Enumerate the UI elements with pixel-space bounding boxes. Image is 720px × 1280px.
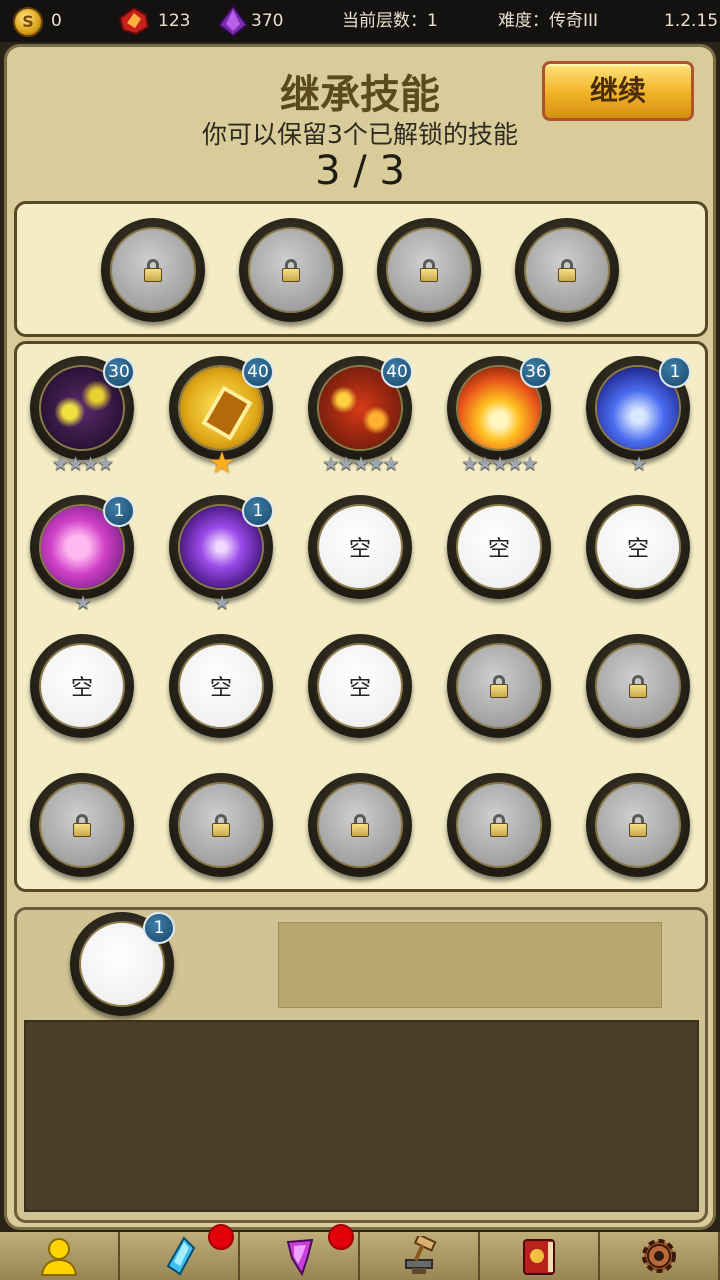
empty-label: 空 <box>626 537 649 562</box>
selection-counter: 3 / 3 <box>315 148 405 194</box>
lock-icon <box>212 814 230 838</box>
hero-icon <box>40 1238 78 1276</box>
nav-forge[interactable] <box>360 1232 480 1280</box>
skill-level-badge: 1 <box>242 495 274 527</box>
gold-coin-icon <box>13 7 43 37</box>
notification-dot <box>328 1224 354 1250</box>
locked-skill-slot[interactable] <box>169 773 273 877</box>
empty-skill-slot[interactable]: 空 <box>30 634 134 738</box>
crystal-icon <box>166 1236 196 1276</box>
skill-name-bar <box>278 922 662 1008</box>
difficulty-indicator: 难度：传奇III <box>498 11 599 31</box>
empty-skill-slot[interactable]: 空 <box>308 634 412 738</box>
red-gem-count: 123 <box>158 11 191 31</box>
floor-indicator: 当前层数：1 <box>342 11 438 31</box>
lock-icon <box>144 259 162 283</box>
locked-skill-slot[interactable] <box>30 773 134 877</box>
locked-skill-slot[interactable] <box>586 634 690 738</box>
empty-label: 空 <box>348 537 371 562</box>
skill-stars: ★★★★★ <box>461 453 538 475</box>
nav-hero[interactable] <box>0 1232 120 1280</box>
lock-icon <box>629 814 647 838</box>
locked-skill-slot[interactable] <box>586 773 690 877</box>
empty-skill-slot[interactable]: 空 <box>169 634 273 738</box>
lock-icon <box>282 259 300 283</box>
nav-settings[interactable] <box>600 1232 720 1280</box>
continue-button[interactable]: 继续 <box>542 61 694 121</box>
skill-level-badge: 40 <box>381 356 413 388</box>
empty-label: 空 <box>70 676 93 701</box>
nav-gem[interactable] <box>240 1224 360 1280</box>
skill-level-badge: 36 <box>520 356 552 388</box>
settings-gear-icon <box>642 1239 676 1273</box>
skill-stars: ★★★★★ <box>322 453 399 475</box>
empty-skill-slot[interactable]: 空 <box>308 495 412 599</box>
skill-stars: ★ <box>630 453 647 475</box>
selected-skill-level-badge: 1 <box>143 912 175 944</box>
skill-stars: ★ <box>74 592 91 614</box>
locked-skill-slot[interactable] <box>447 634 551 738</box>
kept-slot-1[interactable] <box>101 218 205 322</box>
gem-icon <box>286 1238 314 1276</box>
red-gem-icon <box>118 7 150 35</box>
skill-stars: ★ <box>208 446 236 481</box>
skill-level-badge: 40 <box>242 356 274 388</box>
nav-crystal[interactable] <box>120 1224 240 1280</box>
spellbook-icon <box>523 1239 555 1275</box>
lock-icon <box>73 814 91 838</box>
skill-level-badge: 1 <box>659 356 691 388</box>
nav-spellbook[interactable] <box>480 1232 600 1280</box>
gold-count: 0 <box>51 11 62 31</box>
skill-description-area <box>24 1020 699 1212</box>
purple-gem-count: 370 <box>251 11 284 31</box>
kept-slot-3[interactable] <box>377 218 481 322</box>
empty-label: 空 <box>487 537 510 562</box>
empty-skill-slot[interactable]: 空 <box>586 495 690 599</box>
forge-icon <box>405 1236 437 1274</box>
skill-level-badge: 30 <box>103 356 135 388</box>
empty-label: 空 <box>209 676 232 701</box>
lock-icon <box>490 814 508 838</box>
lock-icon <box>351 814 369 838</box>
empty-skill-slot[interactable]: 空 <box>447 495 551 599</box>
lock-icon <box>490 675 508 699</box>
skill-stars: ★ <box>213 592 230 614</box>
skill-level-badge: 1 <box>103 495 135 527</box>
lock-icon <box>420 259 438 283</box>
purple-gem-icon <box>217 5 249 37</box>
version-label: 1.2.15 <box>664 11 719 31</box>
bottom-nav <box>0 1224 720 1280</box>
skill-stars: ★★★★ <box>51 453 114 475</box>
lock-icon <box>558 259 576 283</box>
kept-slot-4[interactable] <box>515 218 619 322</box>
locked-skill-slot[interactable] <box>308 773 412 877</box>
kept-slot-2[interactable] <box>239 218 343 322</box>
notification-dot <box>208 1224 234 1250</box>
empty-label: 空 <box>348 676 371 701</box>
status-bar: 0 123 370 当前层数：1 难度：传奇III 1.2.15 <box>0 0 720 42</box>
lock-icon <box>629 675 647 699</box>
locked-skill-slot[interactable] <box>447 773 551 877</box>
